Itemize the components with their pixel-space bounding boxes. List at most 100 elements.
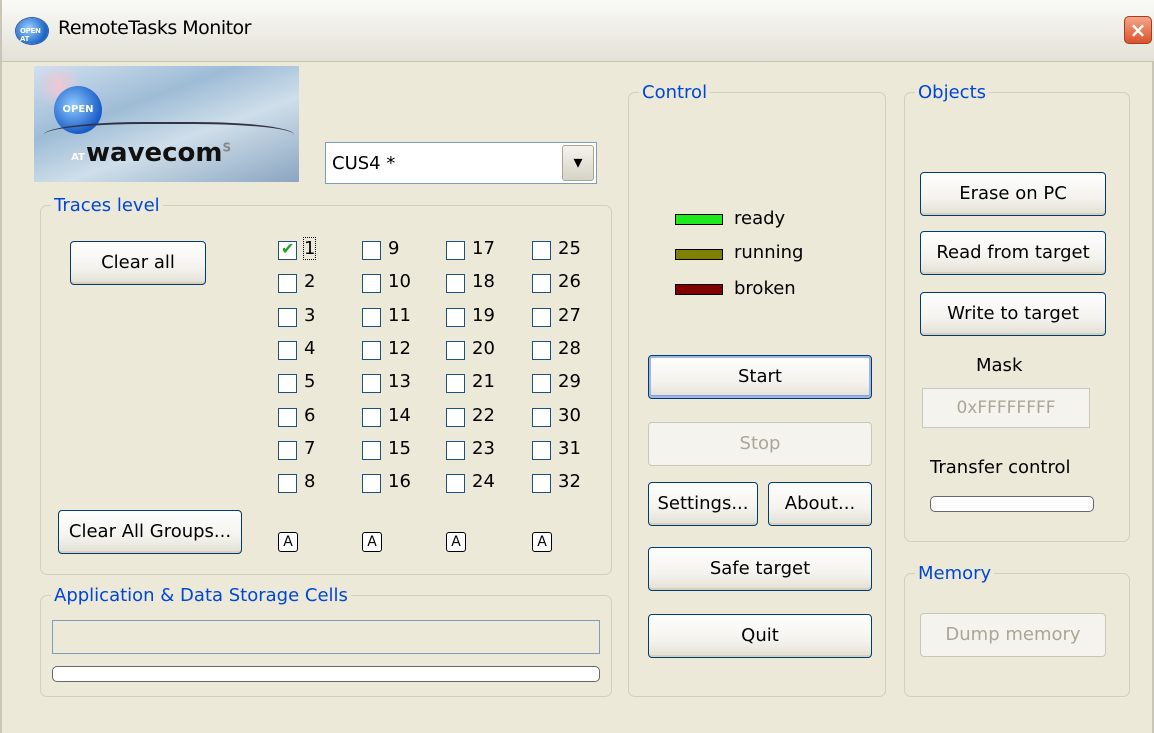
ready-label: ready bbox=[734, 208, 786, 229]
trace-level-4-checkbox[interactable] bbox=[278, 341, 297, 360]
transfer-control-label: Transfer control bbox=[930, 457, 1071, 478]
trace-level-14-checkbox[interactable] bbox=[362, 408, 381, 427]
storage-cells-field bbox=[52, 620, 600, 654]
trace-level-21-checkbox[interactable] bbox=[446, 374, 465, 393]
trace-level-25-label: 25 bbox=[558, 238, 581, 259]
trace-level-17-checkbox[interactable] bbox=[446, 241, 465, 260]
clear-all-button[interactable]: Clear all bbox=[70, 241, 206, 285]
trace-level-14-label: 14 bbox=[388, 405, 411, 426]
trace-level-2-label: 2 bbox=[304, 271, 316, 292]
trace-level-9-label: 9 bbox=[388, 238, 400, 259]
title-bar[interactable]: OPEN AT RemoteTasks Monitor × bbox=[2, 0, 1154, 62]
ready-indicator bbox=[675, 214, 723, 225]
trace-level-9-checkbox[interactable] bbox=[362, 241, 381, 260]
trace-level-2-checkbox[interactable] bbox=[278, 274, 297, 293]
settings-button[interactable]: Settings... bbox=[648, 482, 758, 526]
trace-level-19-checkbox[interactable] bbox=[446, 308, 465, 327]
running-indicator bbox=[675, 249, 723, 260]
trace-level-1-label: 1 bbox=[302, 237, 317, 260]
trace-level-6-label: 6 bbox=[304, 405, 316, 426]
trace-level-7-label: 7 bbox=[304, 438, 316, 459]
start-button[interactable]: Start bbox=[648, 355, 872, 399]
trace-level-29-checkbox[interactable] bbox=[532, 374, 551, 393]
group-3-select-button[interactable]: A bbox=[446, 532, 466, 552]
trace-level-12-checkbox[interactable] bbox=[362, 341, 381, 360]
broken-label: broken bbox=[734, 278, 796, 299]
port-select[interactable]: CUS4 * ▾ bbox=[325, 142, 597, 184]
trace-level-22-checkbox[interactable] bbox=[446, 408, 465, 427]
trace-level-27-label: 27 bbox=[558, 305, 581, 326]
logo-brand: wavecomS bbox=[86, 138, 231, 168]
objects-legend: Objects bbox=[918, 82, 987, 103]
trace-level-5-checkbox[interactable] bbox=[278, 374, 297, 393]
trace-level-13-checkbox[interactable] bbox=[362, 374, 381, 393]
erase-on-pc-button[interactable]: Erase on PC bbox=[920, 172, 1106, 216]
trace-level-6-checkbox[interactable] bbox=[278, 408, 297, 427]
trace-level-4-label: 4 bbox=[304, 338, 316, 359]
trace-level-17-label: 17 bbox=[472, 238, 495, 259]
stop-button[interactable]: Stop bbox=[648, 422, 872, 466]
mask-label: Mask bbox=[976, 355, 1023, 376]
trace-level-19-label: 19 bbox=[472, 305, 495, 326]
logo-brand-superscript: S bbox=[222, 140, 232, 155]
trace-level-10-checkbox[interactable] bbox=[362, 274, 381, 293]
trace-level-3-label: 3 bbox=[304, 305, 316, 326]
dump-memory-button[interactable]: Dump memory bbox=[920, 613, 1106, 657]
app-icon[interactable]: OPEN AT bbox=[16, 18, 48, 44]
app-icon-text: OPEN AT bbox=[20, 27, 41, 43]
trace-level-24-checkbox[interactable] bbox=[446, 474, 465, 493]
trace-level-21-label: 21 bbox=[472, 371, 495, 392]
port-select-value: CUS4 * bbox=[332, 153, 396, 174]
trace-level-30-checkbox[interactable] bbox=[532, 408, 551, 427]
clear-all-groups-button[interactable]: Clear All Groups... bbox=[58, 510, 242, 554]
app-window: OPEN AT RemoteTasks Monitor × OPEN AT wa… bbox=[0, 0, 1154, 733]
traces-level-legend: Traces level bbox=[54, 195, 160, 216]
write-to-target-button[interactable]: Write to target bbox=[920, 292, 1106, 336]
mask-input[interactable]: 0xFFFFFFFF bbox=[922, 388, 1090, 428]
trace-level-7-checkbox[interactable] bbox=[278, 441, 297, 460]
quit-button[interactable]: Quit bbox=[648, 614, 872, 658]
trace-level-31-label: 31 bbox=[558, 438, 581, 459]
trace-level-12-label: 12 bbox=[388, 338, 411, 359]
trace-level-16-label: 16 bbox=[388, 471, 411, 492]
trace-level-10-label: 10 bbox=[388, 271, 411, 292]
memory-legend: Memory bbox=[918, 563, 992, 584]
trace-level-20-checkbox[interactable] bbox=[446, 341, 465, 360]
trace-level-18-checkbox[interactable] bbox=[446, 274, 465, 293]
trace-level-30-label: 30 bbox=[558, 405, 581, 426]
control-legend: Control bbox=[642, 82, 708, 103]
group-4-select-button[interactable]: A bbox=[532, 532, 552, 552]
trace-level-28-label: 28 bbox=[558, 338, 581, 359]
trace-level-8-label: 8 bbox=[304, 471, 316, 492]
about-button[interactable]: About... bbox=[768, 482, 872, 526]
read-from-target-button[interactable]: Read from target bbox=[920, 231, 1106, 275]
group-2-select-button[interactable]: A bbox=[362, 532, 382, 552]
trace-level-11-checkbox[interactable] bbox=[362, 308, 381, 327]
close-button[interactable]: × bbox=[1124, 16, 1152, 44]
trace-level-8-checkbox[interactable] bbox=[278, 474, 297, 493]
safe-target-button[interactable]: Safe target bbox=[648, 547, 872, 591]
trace-level-32-checkbox[interactable] bbox=[532, 474, 551, 493]
trace-level-26-label: 26 bbox=[558, 271, 581, 292]
trace-level-23-checkbox[interactable] bbox=[446, 441, 465, 460]
trace-level-24-label: 24 bbox=[472, 471, 495, 492]
trace-level-29-label: 29 bbox=[558, 371, 581, 392]
trace-level-3-checkbox[interactable] bbox=[278, 308, 297, 327]
trace-level-26-checkbox[interactable] bbox=[532, 274, 551, 293]
trace-level-31-checkbox[interactable] bbox=[532, 441, 551, 460]
trace-level-28-checkbox[interactable] bbox=[532, 341, 551, 360]
trace-level-13-label: 13 bbox=[388, 371, 411, 392]
trace-level-16-checkbox[interactable] bbox=[362, 474, 381, 493]
trace-level-15-checkbox[interactable] bbox=[362, 441, 381, 460]
trace-level-5-label: 5 bbox=[304, 371, 316, 392]
trace-level-20-label: 20 bbox=[472, 338, 495, 359]
trace-level-11-label: 11 bbox=[388, 305, 411, 326]
chevron-down-icon[interactable]: ▾ bbox=[562, 145, 594, 181]
trace-level-25-checkbox[interactable] bbox=[532, 241, 551, 260]
trace-level-1-checkbox[interactable] bbox=[278, 239, 297, 260]
trace-level-27-checkbox[interactable] bbox=[532, 308, 551, 327]
transfer-progress-bar bbox=[930, 496, 1094, 512]
window-title: RemoteTasks Monitor bbox=[58, 17, 251, 39]
group-1-select-button[interactable]: A bbox=[278, 532, 298, 552]
storage-cells-legend: Application & Data Storage Cells bbox=[54, 585, 348, 606]
